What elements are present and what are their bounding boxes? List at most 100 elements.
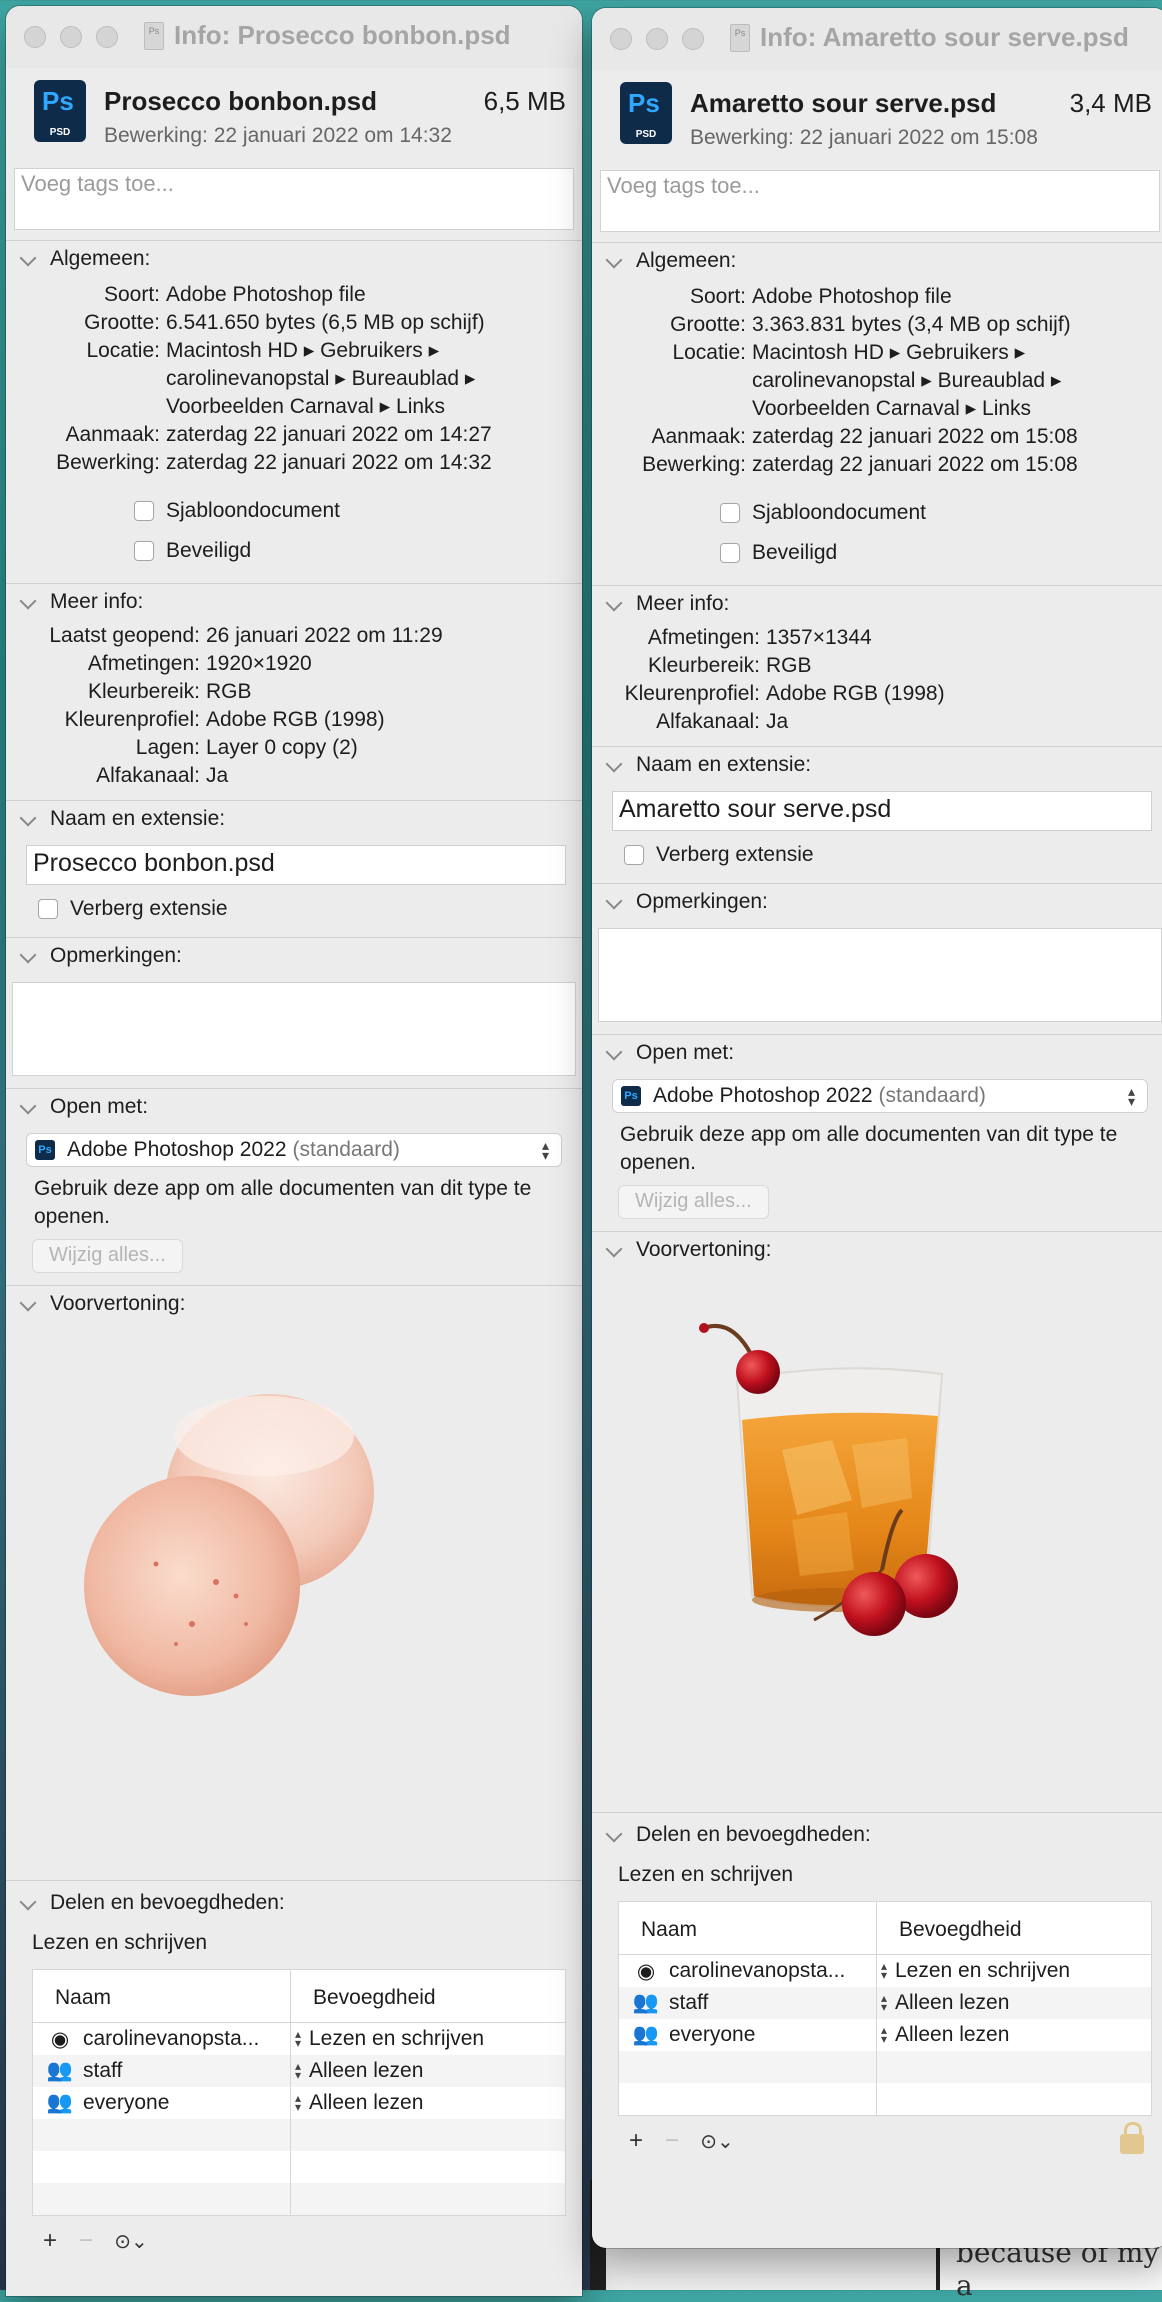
- name-extension-header[interactable]: Naam en extensie:: [592, 747, 1162, 785]
- change-all-button[interactable]: Wijzig alles...: [32, 1239, 183, 1273]
- filename-field[interactable]: Amaretto sour serve.psd: [612, 791, 1152, 831]
- person-icon: ◉: [636, 1959, 656, 1983]
- column-header-name[interactable]: Naam: [33, 1970, 291, 2022]
- action-menu-button[interactable]: ⊙⌄: [690, 2126, 744, 2156]
- locked-checkbox[interactable]: Beveiligd: [720, 533, 1162, 573]
- more-info-section: Meer info: Laatst geopend: 26 januari 202…: [6, 583, 582, 796]
- more-info-header[interactable]: Meer info:: [6, 584, 582, 622]
- privilege-popup[interactable]: Alleen lezen: [895, 2023, 1009, 2047]
- table-row[interactable]: ◉ carolinevanopsta... ▴ ▾ Lezen en schrijve…: [619, 1955, 1151, 1987]
- general-header[interactable]: Algemeen:: [6, 241, 582, 279]
- add-user-button[interactable]: +: [618, 2126, 654, 2156]
- filename-field[interactable]: Prosecco bonbon.psd: [26, 845, 566, 885]
- chevron-down-icon: [605, 892, 623, 910]
- close-button[interactable]: [610, 28, 632, 50]
- comments-field[interactable]: [12, 982, 576, 1076]
- action-menu-button[interactable]: ⊙⌄: [104, 2226, 158, 2256]
- remove-user-button[interactable]: −: [654, 2126, 690, 2156]
- chevron-down-icon: [605, 755, 623, 773]
- tags-input[interactable]: Voeg tags toe...: [14, 168, 574, 230]
- column-header-name[interactable]: Naam: [619, 1902, 877, 1954]
- group-icon: 👥: [46, 2059, 74, 2082]
- stationery-checkbox[interactable]: Sjabloondocument: [720, 493, 1162, 533]
- close-button[interactable]: [24, 26, 46, 48]
- more-info-header[interactable]: Meer info:: [592, 586, 1162, 624]
- document-proxy-icon[interactable]: Ps: [730, 23, 750, 52]
- chevron-down-icon: [19, 249, 37, 267]
- title-bar[interactable]: Ps Info: Prosecco bonbon.psd: [6, 6, 582, 68]
- privilege-popup[interactable]: Lezen en schrijven: [895, 1959, 1070, 1983]
- document-proxy-icon[interactable]: Ps: [144, 21, 164, 50]
- more-info-section: Meer info: Afmetingen: 1357×1344 Kleurber…: [592, 585, 1162, 742]
- zoom-button[interactable]: [96, 26, 118, 48]
- add-user-button[interactable]: +: [32, 2226, 68, 2256]
- open-with-header[interactable]: Open met:: [592, 1035, 1162, 1073]
- sharing-header[interactable]: Delen en bevoegdheden:: [592, 1813, 1162, 1855]
- comments-header[interactable]: Opmerkingen:: [6, 938, 582, 976]
- table-row[interactable]: 👥 staff ▴ ▾ Alleen lezen: [33, 2055, 565, 2087]
- minimize-button[interactable]: [60, 26, 82, 48]
- change-all-button[interactable]: Wijzig alles...: [618, 1185, 769, 1219]
- column-header-privilege[interactable]: Bevoegdheid: [291, 1970, 436, 2022]
- chevron-down-icon: [19, 946, 37, 964]
- privilege-popup[interactable]: Alleen lezen: [895, 1991, 1009, 2015]
- open-with-popup[interactable]: Ps Adobe Photoshop 2022 (standaard) ▴ ▾: [26, 1133, 562, 1167]
- everyone-icon: 👥: [46, 2091, 74, 2114]
- popup-arrows-icon: ▴ ▾: [295, 2059, 302, 2082]
- info-window-prosecco[interactable]: Ps Info: Prosecco bonbon.psd Ps PSD Prose…: [6, 6, 582, 2296]
- name-extension-section: Naam en extensie: Prosecco bonbon.psd Ve…: [6, 800, 582, 937]
- hide-extension-checkbox[interactable]: Verberg extensie: [38, 889, 582, 929]
- open-with-popup[interactable]: Ps Adobe Photoshop 2022 (standaard) ▴ ▾: [612, 1079, 1148, 1113]
- comments-field[interactable]: [598, 928, 1162, 1022]
- hide-extension-checkbox[interactable]: Verberg extensie: [624, 835, 1162, 875]
- tags-input[interactable]: Voeg tags toe...: [600, 170, 1160, 232]
- chevron-down-icon: [605, 1043, 623, 1061]
- zoom-button[interactable]: [682, 28, 704, 50]
- info-window-amaretto[interactable]: Ps Info: Amaretto sour serve.psd Ps PSD A…: [592, 8, 1162, 2248]
- lock-icon[interactable]: [1120, 2122, 1144, 2154]
- title-bar[interactable]: Ps Info: Amaretto sour serve.psd: [592, 8, 1162, 70]
- privilege-popup[interactable]: Alleen lezen: [309, 2059, 423, 2083]
- window-title: Info: Prosecco bonbon.psd: [174, 20, 511, 50]
- access-summary: Lezen en schrijven: [618, 1863, 794, 1886]
- cherry-top: [736, 1350, 780, 1394]
- minimize-button[interactable]: [646, 28, 668, 50]
- preview-image: [592, 1270, 1162, 1812]
- preview-header[interactable]: Voorvertoning:: [592, 1232, 1162, 1270]
- preview-header[interactable]: Voorvertoning:: [6, 1286, 582, 1324]
- stationery-checkbox[interactable]: Sjabloondocument: [134, 491, 582, 531]
- popup-arrows-icon: ▴ ▾: [1127, 1083, 1135, 1109]
- table-row[interactable]: ◉ carolinevanopsta... ▴ ▾ Lezen en schrijve…: [33, 2023, 565, 2055]
- modified-date: Bewerking: 22 januari 2022 om 15:08: [690, 126, 1038, 149]
- file-name: Prosecco bonbon.psd: [104, 86, 378, 116]
- sharing-header[interactable]: Delen en bevoegdheden:: [6, 1881, 582, 1923]
- open-with-header[interactable]: Open met:: [6, 1089, 582, 1127]
- table-row[interactable]: 👥 everyone ▴ ▾ Alleen lezen: [619, 2019, 1151, 2051]
- chevron-down-icon: [19, 809, 37, 827]
- general-header[interactable]: Algemeen:: [592, 243, 1162, 281]
- kind-value: Adobe Photoshop file: [752, 285, 952, 308]
- size-value: 3.363.831 bytes (3,4 MB op schijf): [752, 313, 1071, 336]
- privilege-popup[interactable]: Alleen lezen: [309, 2091, 423, 2115]
- chevron-down-icon: [19, 1893, 37, 1911]
- comments-header[interactable]: Opmerkingen:: [592, 884, 1162, 922]
- preview-image: [6, 1324, 582, 1880]
- modified-date: Bewerking: 22 januari 2022 om 14:32: [104, 124, 452, 147]
- modified-value: zaterdag 22 januari 2022 om 14:32: [166, 451, 492, 474]
- popup-arrows-icon: ▴ ▾: [881, 1959, 888, 1982]
- open-with-section: Open met: Ps Adobe Photoshop 2022 (standa…: [592, 1034, 1162, 1231]
- name-extension-header[interactable]: Naam en extensie:: [6, 801, 582, 839]
- locked-checkbox[interactable]: Beveiligd: [134, 531, 582, 571]
- location-value: Macintosh HD ▸ Gebruikers ▸ carolinevano…: [752, 341, 1062, 420]
- cherry-stem-top: [703, 1323, 754, 1357]
- table-row[interactable]: 👥 staff ▴ ▾ Alleen lezen: [619, 1987, 1151, 2019]
- privilege-popup[interactable]: Lezen en schrijven: [309, 2027, 484, 2051]
- permissions-table: Naam Bevoegdheid ◉ carolinevanopsta... ▴ ▾…: [618, 1901, 1152, 2116]
- created-value: zaterdag 22 januari 2022 om 14:27: [166, 423, 492, 446]
- table-row[interactable]: 👥 everyone ▴ ▾ Alleen lezen: [33, 2087, 565, 2119]
- chevron-down-icon: [605, 1825, 623, 1843]
- remove-user-button[interactable]: −: [68, 2226, 104, 2256]
- column-header-privilege[interactable]: Bevoegdheid: [877, 1902, 1022, 1954]
- comments-section: Opmerkingen:: [592, 883, 1162, 1034]
- chevron-down-icon: [19, 1294, 37, 1312]
